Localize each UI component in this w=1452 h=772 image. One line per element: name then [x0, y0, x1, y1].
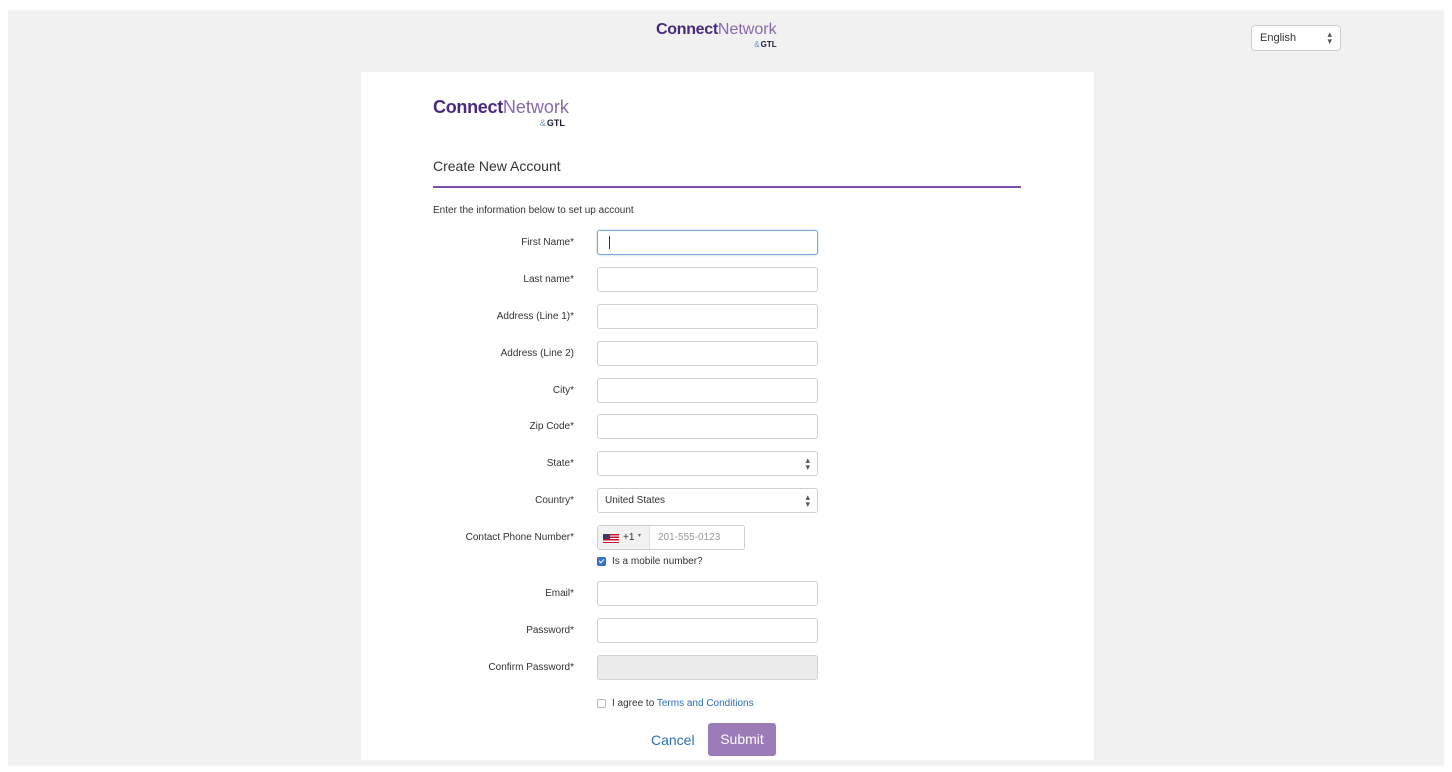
dial-code: +1: [623, 532, 635, 543]
state-select[interactable]: ▴ ▾: [597, 451, 818, 476]
text-caret: [609, 236, 610, 249]
us-flag-icon: [603, 534, 619, 543]
address-line2-label: Address (Line 2): [500, 348, 574, 359]
page-title: Create New Account: [433, 158, 561, 174]
chevron-down-icon: ▾: [638, 533, 642, 539]
address-line1-row: Address (Line 1)*: [361, 304, 1094, 330]
email-input[interactable]: [597, 581, 818, 606]
confirm-password-label: Confirm Password*: [488, 662, 574, 673]
password-row: Password*: [361, 618, 1094, 644]
logo-gtl-text: &GTL: [539, 118, 565, 128]
country-select-value: United States: [605, 495, 666, 506]
logo-network-text: Network: [502, 97, 569, 117]
address-line1-label: Address (Line 1)*: [496, 311, 574, 322]
country-row: Country* United States ▴ ▾: [361, 488, 1094, 514]
terms-checkbox[interactable]: [597, 699, 606, 708]
submit-button[interactable]: Submit: [708, 723, 776, 756]
zip-code-row: Zip Code*: [361, 414, 1094, 440]
address-line2-row: Address (Line 2): [361, 341, 1094, 367]
phone-field: +1 ▾ 201-555-0123: [597, 525, 745, 550]
app-screen: ConnectNetwork &GTL English ▴ ▾ ConnectNe…: [8, 10, 1444, 766]
connectnetwork-logo: ConnectNetwork &GTL: [656, 21, 777, 49]
create-account-card: ConnectNetwork &GTL Create New Account E…: [361, 72, 1094, 760]
confirm-password-input[interactable]: [597, 655, 818, 680]
confirm-password-row: Confirm Password*: [361, 655, 1094, 681]
state-label: State*: [546, 458, 574, 469]
phone-input[interactable]: 201-555-0123: [658, 532, 720, 543]
country-select[interactable]: United States ▴ ▾: [597, 488, 818, 513]
last-name-label: Last name*: [523, 274, 574, 285]
top-bar: ConnectNetwork &GTL English ▴ ▾: [8, 10, 1444, 58]
cancel-button[interactable]: Cancel: [651, 732, 695, 748]
terms-link[interactable]: Terms and Conditions: [657, 698, 754, 709]
first-name-label: First Name*: [521, 237, 574, 248]
logo-gtl-text: &GTL: [754, 40, 777, 49]
password-input[interactable]: [597, 618, 818, 643]
logo-connect-text: Connect: [433, 97, 503, 117]
form-intro-text: Enter the information below to set up ac…: [433, 205, 634, 216]
city-label: City*: [552, 385, 574, 396]
country-code-dropdown[interactable]: +1 ▾: [598, 526, 650, 549]
state-row: State* ▴ ▾: [361, 451, 1094, 477]
first-name-row: First Name*: [361, 230, 1094, 256]
terms-prefix-text: I agree to: [612, 698, 655, 709]
logo-network-text: Network: [717, 21, 777, 38]
last-name-input[interactable]: [597, 267, 818, 292]
password-label: Password*: [526, 625, 574, 636]
select-arrows-icon: ▴ ▾: [805, 455, 810, 472]
email-label: Email*: [545, 588, 574, 599]
card-logo: ConnectNetwork &GTL: [433, 97, 569, 128]
city-row: City*: [361, 378, 1094, 404]
city-input[interactable]: [597, 378, 818, 403]
title-divider: [433, 186, 1021, 188]
address-line2-input[interactable]: [597, 341, 818, 366]
language-select[interactable]: English ▴ ▾: [1251, 25, 1341, 51]
address-line1-input[interactable]: [597, 304, 818, 329]
email-row: Email*: [361, 581, 1094, 607]
zip-code-input[interactable]: [597, 414, 818, 439]
phone-row: Contact Phone Number* +1 ▾ 201-555-0123: [361, 525, 1094, 551]
select-arrows-icon: ▴ ▾: [1327, 29, 1332, 46]
logo-connect-text: Connect: [656, 21, 718, 38]
last-name-row: Last name*: [361, 267, 1094, 293]
phone-label: Contact Phone Number*: [465, 532, 574, 543]
country-label: Country*: [535, 495, 574, 506]
zip-code-label: Zip Code*: [529, 421, 574, 432]
select-arrows-icon: ▴ ▾: [805, 492, 810, 509]
language-select-value: English: [1260, 32, 1297, 44]
first-name-input[interactable]: [597, 230, 818, 255]
is-mobile-label: Is a mobile number?: [612, 556, 703, 567]
is-mobile-checkbox[interactable]: [597, 557, 606, 566]
